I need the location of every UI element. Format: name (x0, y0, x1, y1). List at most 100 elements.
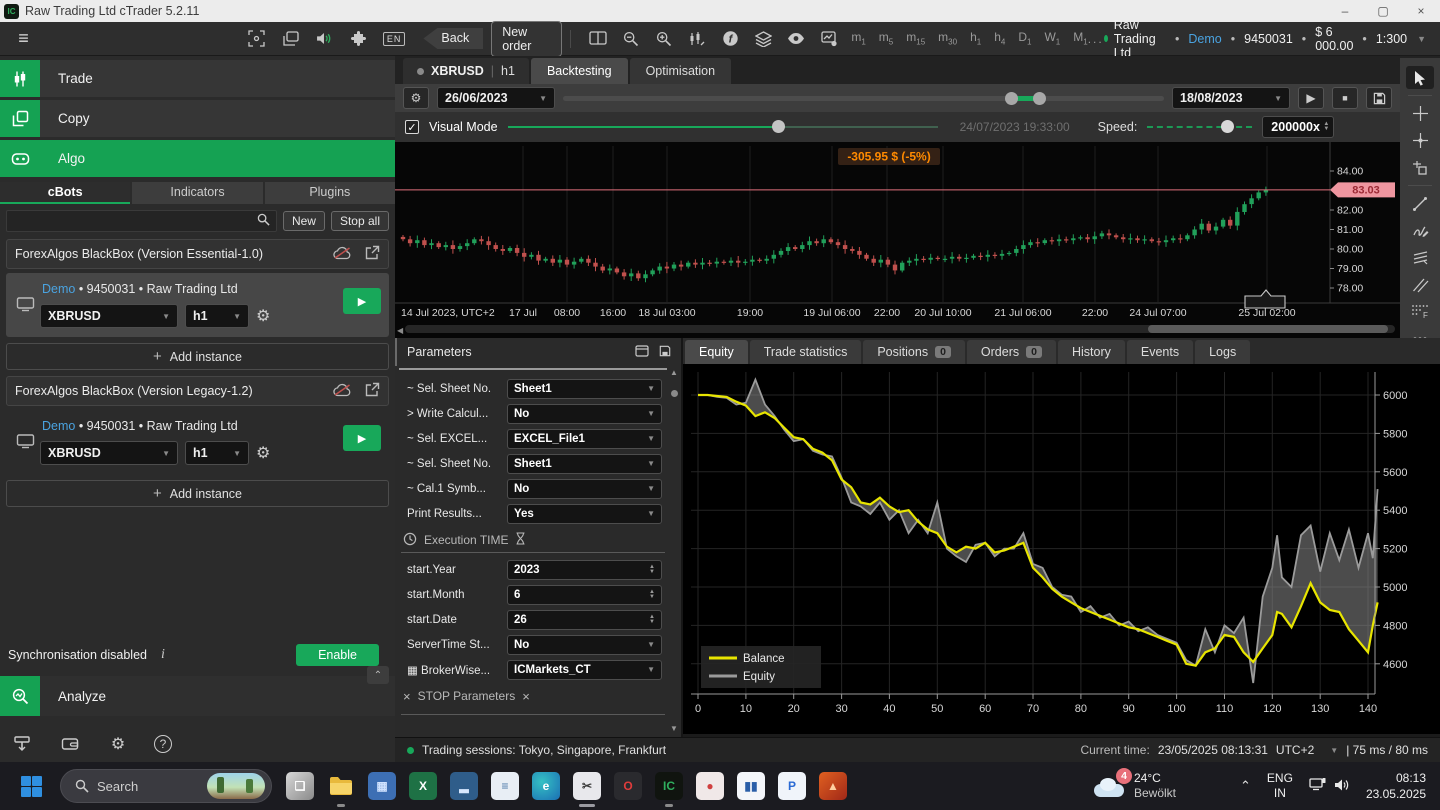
speed-value-spinner[interactable]: 200000x ▲▼ (1262, 116, 1334, 138)
parameter-select[interactable]: Sheet1▼ (507, 379, 662, 399)
tab-indicators[interactable]: Indicators (132, 182, 262, 204)
tab-events[interactable]: Events (1127, 340, 1193, 364)
start-cbot-button[interactable]: ▶ (343, 288, 381, 314)
sidebar-item-algo[interactable]: Algo (0, 140, 395, 177)
calculator-taskbar-icon[interactable]: ▦ (368, 772, 396, 800)
enable-sync-button[interactable]: Enable (296, 644, 379, 666)
parameter-select[interactable]: ICMarkets_CT▼ (507, 660, 662, 680)
tab-plugins[interactable]: Plugins (265, 182, 395, 204)
tab-optimisation[interactable]: Optimisation (630, 58, 731, 84)
range-handle-start[interactable] (1005, 92, 1018, 105)
end-date-select[interactable]: 18/08/2023▼ (1172, 87, 1290, 109)
parameter-stepper[interactable]: 2023▲▼ (507, 560, 662, 580)
chart-tab-xbrusd[interactable]: XBRUSD | h1 (403, 58, 529, 84)
tab-positions[interactable]: Positions0 (863, 340, 965, 364)
timezone-select[interactable]: UTC+2 (1276, 743, 1314, 757)
chart-settings-icon[interactable] (819, 29, 839, 49)
sound-icon[interactable] (315, 29, 335, 49)
playback-progress-slider[interactable] (508, 120, 938, 134)
speed-slider[interactable] (1147, 120, 1252, 134)
notepad-taskbar-icon[interactable]: ≡ (491, 772, 519, 800)
cloud-sync-off-icon[interactable] (333, 246, 352, 263)
timeframe-D1[interactable]: D1 (1018, 30, 1031, 46)
section-execution-time[interactable]: Execution TIME (399, 528, 667, 552)
pingplotter-taskbar-icon[interactable]: P (778, 772, 806, 800)
network-icon[interactable] (1309, 777, 1326, 795)
speed-handle[interactable] (1221, 120, 1234, 133)
tab-logs[interactable]: Logs (1195, 340, 1250, 364)
freehand-draw-tool[interactable] (1406, 219, 1434, 242)
pointer-tool[interactable] (1406, 66, 1434, 89)
tab-backtesting[interactable]: Backtesting (531, 58, 628, 84)
cbot-instance-card[interactable]: Demo • 9450031 • Raw Trading LtdXBRUSD▼h… (6, 273, 389, 337)
timeframe-h1[interactable]: h1 (970, 30, 981, 46)
menu-icon[interactable]: ≡ (0, 28, 47, 49)
anchor-tool[interactable] (1406, 156, 1434, 179)
tab-trade-statistics[interactable]: Trade statistics (750, 340, 862, 364)
more-timeframes-button[interactable]: ... (1088, 32, 1104, 46)
share-cbot-icon[interactable] (364, 245, 380, 264)
share-cbot-icon[interactable] (364, 382, 380, 401)
chart-layout-icon[interactable] (588, 29, 608, 49)
sidebar-item-copy[interactable]: Copy (0, 100, 395, 137)
excel-taskbar-icon[interactable]: X (409, 772, 437, 800)
fit-screen-icon[interactable] (247, 29, 267, 49)
snap-crosshair-tool[interactable] (1406, 129, 1434, 152)
parameter-select[interactable]: No▼ (507, 479, 662, 499)
price-chart[interactable]: 83.03-305.95 $ (-5%)84.0082.0081.0080.00… (395, 142, 1400, 338)
taskbar-search[interactable]: Search (60, 769, 272, 803)
cloud-sync-off-icon[interactable] (333, 383, 352, 400)
timeframe-m30[interactable]: m30 (938, 30, 957, 46)
task-view-taskbar-icon[interactable]: ❏ (286, 772, 314, 800)
timeframe-select[interactable]: h1▼ (185, 441, 249, 465)
zoom-in-icon[interactable] (654, 29, 674, 49)
timeframe-select[interactable]: h1▼ (185, 304, 249, 328)
taskbar-weather[interactable]: 4 24°C Bewölkt (1092, 771, 1176, 801)
visibility-icon[interactable] (786, 29, 806, 49)
help-icon[interactable]: ? (154, 735, 172, 753)
tab-equity[interactable]: Equity (685, 340, 748, 364)
save-backtest-button[interactable] (1366, 87, 1392, 109)
cbot-search-input[interactable] (6, 210, 277, 232)
parameter-select[interactable]: EXCEL_File1▼ (507, 429, 662, 449)
start-button[interactable] (16, 771, 46, 801)
timeframe-m5[interactable]: m5 (879, 30, 893, 46)
fibonacci-tool[interactable] (1406, 246, 1434, 269)
section-stop-parameters[interactable]: ×STOP Parameters× (399, 684, 667, 708)
plugins-icon[interactable] (349, 29, 369, 49)
visual-mode-checkbox[interactable]: ✓ (405, 120, 419, 134)
icmarkets-taskbar-icon[interactable]: IC (655, 772, 683, 800)
zoom-out-icon[interactable] (621, 29, 641, 49)
withdraw-icon[interactable] (10, 732, 34, 756)
crosshair-tool[interactable] (1406, 102, 1434, 125)
parameters-scrollbar[interactable]: ▲▼ (669, 368, 679, 733)
parameter-stepper[interactable]: 6▲▼ (507, 585, 662, 605)
indicator-icon[interactable] (687, 29, 707, 49)
cbot-header[interactable]: ForexAlgos BlackBox (Version Essential-1… (6, 239, 389, 269)
instance-settings-icon[interactable]: ⚙ (256, 443, 270, 463)
play-backtest-button[interactable]: ▶ (1298, 87, 1324, 109)
equidistant-channel-tool[interactable] (1406, 273, 1434, 296)
info-icon[interactable]: i (161, 647, 165, 663)
parameter-select[interactable]: No▼ (507, 404, 662, 424)
edge-taskbar-icon[interactable]: e (532, 772, 560, 800)
tray-expand-icon[interactable]: ⌃ (1240, 778, 1251, 794)
snipping-tool-taskbar-icon[interactable]: ✂ (573, 772, 601, 800)
parameter-select[interactable]: Yes▼ (507, 504, 662, 524)
start-date-select[interactable]: 26/06/2023▼ (437, 87, 555, 109)
recorder-taskbar-icon[interactable]: ● (696, 772, 724, 800)
equity-chart[interactable]: 6000580056005400520050004800460001020304… (683, 364, 1440, 734)
trend-line-tool[interactable] (1406, 192, 1434, 215)
wallet-icon[interactable] (58, 732, 82, 756)
account-selector[interactable]: Raw Trading Ltd•Demo•9450031•$ 6 000.00•… (1104, 18, 1426, 60)
cbot-instance-card[interactable]: Demo • 9450031 • Raw Trading LtdXBRUSD▼h… (6, 410, 389, 474)
new-order-button[interactable]: New order (491, 21, 561, 57)
object-layers-icon[interactable] (753, 29, 773, 49)
taskbar-clock[interactable]: 08:1323.05.2025 (1366, 770, 1426, 802)
range-handle-end[interactable] (1033, 92, 1046, 105)
sidebar-item-trade[interactable]: Trade (0, 60, 395, 97)
timeframe-M1[interactable]: M1 (1073, 30, 1087, 46)
instance-settings-icon[interactable]: ⚙ (256, 306, 270, 326)
file-explorer-taskbar-icon[interactable] (327, 772, 355, 800)
load-parameters-icon[interactable] (635, 345, 649, 360)
